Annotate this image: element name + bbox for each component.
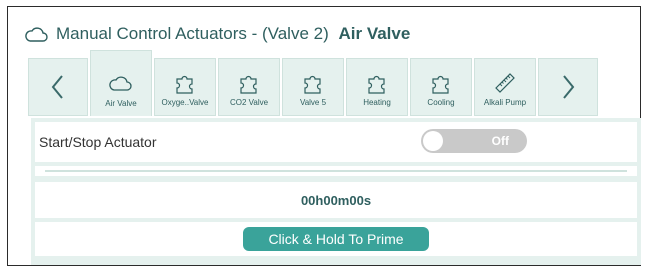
ruler-icon — [495, 73, 515, 93]
toggle-knob — [423, 131, 443, 151]
tab-oxygen-valve[interactable]: Oxyge..Valve — [154, 58, 216, 116]
actuator-content: Start/Stop Actuator Off 00h00m00s Click … — [31, 118, 641, 265]
next-button[interactable] — [538, 58, 598, 116]
panel-header: Manual Control Actuators - (Valve 2) Air… — [24, 21, 410, 47]
tab-label: Air Valve — [105, 99, 137, 108]
tab-label: Cooling — [427, 98, 455, 107]
chevron-left-icon — [51, 75, 63, 99]
puzzle-icon — [240, 75, 257, 94]
timer-row: 00h00m00s — [35, 182, 637, 218]
puzzle-icon — [432, 75, 449, 94]
start-stop-toggle[interactable]: Off — [421, 129, 527, 153]
actuator-name: Air Valve — [338, 24, 411, 43]
divider-row — [35, 166, 637, 176]
manual-control-panel: Manual Control Actuators - (Valve 2) Air… — [7, 6, 641, 266]
tab-label: Oxyge..Valve — [161, 98, 209, 107]
prime-row: Click & Hold To Prime — [35, 222, 637, 256]
puzzle-icon — [176, 75, 193, 94]
chevron-right-icon — [563, 75, 575, 99]
prev-button[interactable] — [28, 58, 88, 116]
tab-label: CO2 Valve — [229, 98, 269, 107]
tab-cooling[interactable]: Cooling — [410, 58, 472, 116]
tab-air-valve[interactable]: Air Valve — [90, 50, 152, 116]
tab-heating[interactable]: Heating — [346, 58, 408, 116]
tab-co2-valve[interactable]: CO2 Valve — [218, 58, 280, 116]
timer-display: 00h00m00s — [300, 192, 372, 208]
start-stop-row: Start/Stop Actuator Off — [35, 122, 637, 162]
tab-label: Alkali Pump — [483, 98, 527, 107]
actuator-tabs: Air Valve Oxyge..Valve CO2 Valve Valve 5 — [28, 50, 598, 118]
tab-label: Heating — [363, 98, 391, 107]
tab-label: Valve 5 — [299, 98, 327, 107]
divider — [45, 170, 627, 172]
cloud-icon — [109, 76, 132, 91]
puzzle-icon — [304, 75, 321, 94]
panel-title: Manual Control Actuators - (Valve 2) — [56, 24, 329, 43]
toggle-state: Off — [491, 134, 509, 148]
cloud-icon — [25, 27, 48, 42]
puzzle-icon — [368, 75, 385, 94]
tab-valve-5[interactable]: Valve 5 — [282, 58, 344, 116]
start-stop-label: Start/Stop Actuator — [39, 134, 157, 150]
prime-button[interactable]: Click & Hold To Prime — [243, 227, 429, 251]
tab-alkali-pump[interactable]: Alkali Pump — [474, 58, 536, 116]
